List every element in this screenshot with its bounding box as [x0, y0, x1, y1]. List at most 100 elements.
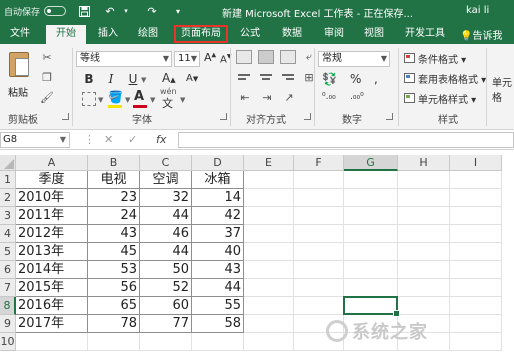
cell-e10[interactable] [244, 333, 294, 351]
column-header-d[interactable]: D [192, 155, 244, 171]
cell-d6[interactable]: 43 [192, 261, 244, 279]
fill-dropdown-icon[interactable]: ▼ [125, 96, 130, 104]
tab-insert[interactable]: 插入 [92, 25, 124, 44]
user-name[interactable]: kai li [466, 5, 489, 16]
increase-font-size-icon[interactable]: A▲ [162, 71, 176, 85]
cell-a8[interactable]: 2016年 [16, 297, 88, 315]
cell-i7[interactable] [450, 279, 502, 297]
row-header-3[interactable]: 3 [0, 207, 16, 225]
cell-i2[interactable] [450, 189, 502, 207]
cell-c6[interactable]: 50 [140, 261, 192, 279]
cell-f7[interactable] [294, 279, 344, 297]
cell-f2[interactable] [294, 189, 344, 207]
cell-d5[interactable]: 40 [192, 243, 244, 261]
increase-indent-icon[interactable]: ⇥ [260, 92, 274, 104]
number-format-combo[interactable]: 常规 ▼ [318, 51, 390, 67]
row-header-1[interactable]: 1 [0, 171, 16, 189]
row-header-4[interactable]: 4 [0, 225, 16, 243]
underline-dropdown-icon[interactable]: ▼ [141, 76, 146, 84]
column-header-a[interactable]: A [16, 155, 88, 171]
row-header-7[interactable]: 7 [0, 279, 16, 297]
cell-h7[interactable] [398, 279, 450, 297]
row-header-6[interactable]: 6 [0, 261, 16, 279]
cell-d4[interactable]: 37 [192, 225, 244, 243]
cell-g6[interactable] [344, 261, 398, 279]
increase-decimal-icon[interactable]: ⁰.₀₀ [322, 92, 336, 102]
formula-bar-menu-icon[interactable]: ⋮ [84, 133, 95, 146]
cell-b1[interactable]: 电视 [88, 171, 140, 189]
orientation-icon[interactable]: ↗ [282, 92, 296, 104]
undo-dropdown-icon[interactable]: ▾ [118, 3, 134, 19]
cell-a9[interactable]: 2017年 [16, 315, 88, 333]
cell-a5[interactable]: 2013年 [16, 243, 88, 261]
active-cell-selection[interactable] [343, 296, 400, 317]
cell-h3[interactable] [398, 207, 450, 225]
cell-e9[interactable] [244, 315, 294, 333]
cell-b2[interactable]: 23 [88, 189, 140, 207]
font-size-combo[interactable]: 11 ▼ [174, 51, 200, 67]
cell-a6[interactable]: 2014年 [16, 261, 88, 279]
cell-i10[interactable] [450, 333, 502, 351]
borders-icon[interactable] [82, 92, 96, 106]
cell-b5[interactable]: 45 [88, 243, 140, 261]
font-name-combo[interactable]: 等线 ▼ [76, 51, 172, 67]
row-header-5[interactable]: 5 [0, 243, 16, 261]
cell-b8[interactable]: 65 [88, 297, 140, 315]
enter-icon[interactable]: ✓ [128, 133, 137, 146]
phonetic-guide-icon[interactable]: 文 [162, 95, 173, 111]
customize-toolbar-icon[interactable]: ▾ [170, 3, 186, 19]
cell-d8[interactable]: 55 [192, 297, 244, 315]
cell-f3[interactable] [294, 207, 344, 225]
tab-developer[interactable]: 开发工具 [400, 25, 450, 44]
cell-b6[interactable]: 53 [88, 261, 140, 279]
cell-c2[interactable]: 32 [140, 189, 192, 207]
cell-h4[interactable] [398, 225, 450, 243]
phonetic-dropdown-icon[interactable]: ▼ [180, 96, 185, 104]
cell-f4[interactable] [294, 225, 344, 243]
tab-home[interactable]: 开始 [46, 25, 86, 44]
cell-c4[interactable]: 46 [140, 225, 192, 243]
decrease-font-size-icon[interactable]: A▼ [186, 73, 198, 84]
format-as-table-button[interactable]: 套用表格格式 ▾ [418, 71, 486, 86]
cell-d3[interactable]: 42 [192, 207, 244, 225]
copy-icon[interactable]: ❐ [40, 72, 54, 84]
cell-a2[interactable]: 2010年 [16, 189, 88, 207]
cell-g4[interactable] [344, 225, 398, 243]
comma-style-icon[interactable]: , [374, 72, 378, 86]
alignment-launcher-icon[interactable] [304, 113, 311, 120]
font-color-icon[interactable]: A [134, 89, 144, 104]
middle-align-icon[interactable] [258, 50, 274, 64]
decrease-indent-icon[interactable]: ⇤ [238, 92, 252, 104]
cell-d2[interactable]: 14 [192, 189, 244, 207]
cell-f5[interactable] [294, 243, 344, 261]
column-header-g[interactable]: G [344, 155, 398, 171]
tab-file[interactable]: 文件 [4, 25, 36, 44]
row-header-8[interactable]: 8 [0, 297, 16, 315]
undo-icon[interactable]: ↶ [102, 3, 118, 19]
paste-button[interactable] [6, 50, 34, 80]
cell-e6[interactable] [244, 261, 294, 279]
column-header-f[interactable]: F [294, 155, 344, 171]
cell-e2[interactable] [244, 189, 294, 207]
italic-button[interactable]: I [104, 72, 118, 86]
font-color-dropdown-icon[interactable]: ▼ [150, 96, 155, 104]
cell-h6[interactable] [398, 261, 450, 279]
bottom-align-icon[interactable] [280, 50, 296, 64]
underline-button[interactable]: U [126, 72, 140, 86]
cell-c5[interactable]: 44 [140, 243, 192, 261]
cell-i1[interactable] [450, 171, 502, 189]
formula-input[interactable] [178, 132, 514, 148]
clipboard-launcher-icon[interactable] [62, 113, 69, 120]
cell-b9[interactable]: 78 [88, 315, 140, 333]
cell-c1[interactable]: 空调 [140, 171, 192, 189]
cell-h5[interactable] [398, 243, 450, 261]
cells-button[interactable]: 单元格 [492, 74, 514, 104]
select-all-corner[interactable] [0, 155, 16, 171]
column-header-e[interactable]: E [244, 155, 294, 171]
cell-c9[interactable]: 77 [140, 315, 192, 333]
paste-label[interactable]: 粘贴 [8, 84, 28, 99]
cell-b10[interactable] [88, 333, 140, 351]
row-header-9[interactable]: 9 [0, 315, 16, 333]
row-header-2[interactable]: 2 [0, 189, 16, 207]
cell-a1[interactable]: 季度 [16, 171, 88, 189]
